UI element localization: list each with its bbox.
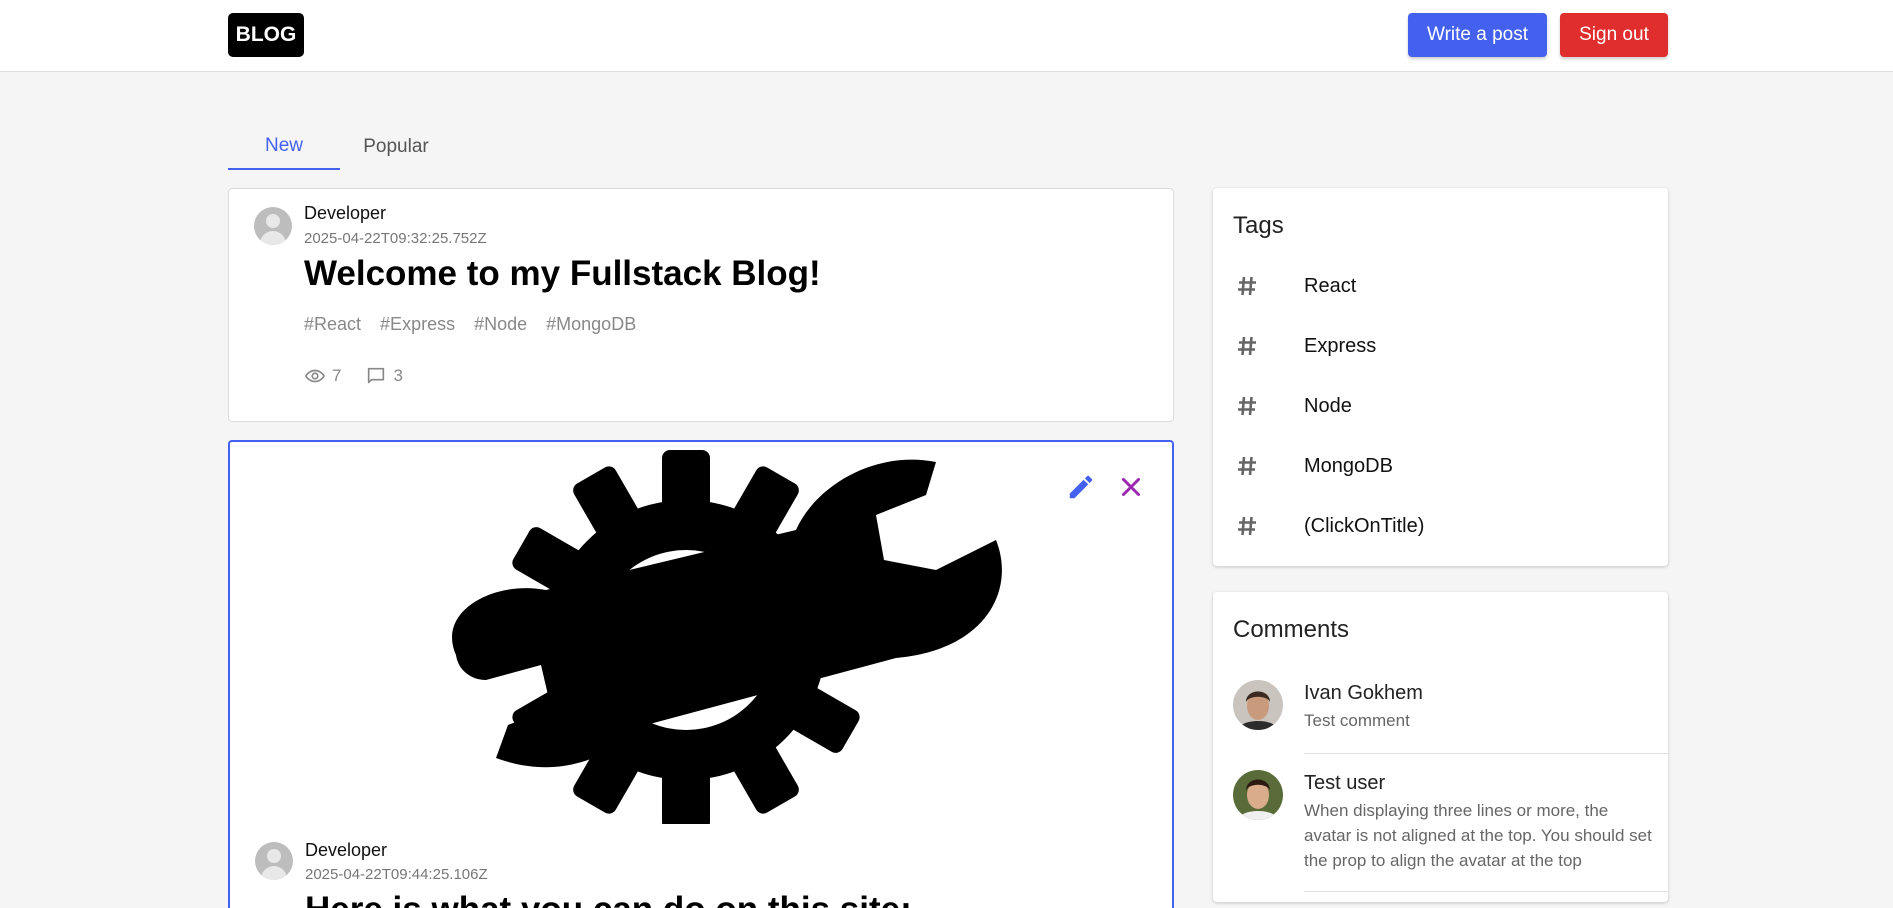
author-avatar (255, 842, 293, 880)
post-author: Developer (304, 203, 387, 223)
tag-label: React (1304, 274, 1357, 297)
tag-label: Node (1304, 394, 1352, 417)
avatar (1233, 680, 1283, 730)
post-title[interactable]: Here is what you can do on this site: (305, 890, 912, 908)
post-date: 2025-04-22T09:44:25.106Z (305, 866, 488, 883)
post-title[interactable]: Welcome to my Fullstack Blog! (304, 254, 821, 294)
tag-item[interactable]: MongoDB (1213, 436, 1668, 496)
tags-title: Tags (1233, 212, 1284, 239)
divider (1304, 753, 1668, 754)
hash-icon (1235, 514, 1259, 543)
post-tag[interactable]: #React (304, 314, 361, 335)
hash-icon (1235, 334, 1259, 363)
post-card: Developer 2025-04-22T09:32:25.752Z Welco… (228, 188, 1174, 422)
close-icon[interactable] (1116, 472, 1146, 507)
post-tag[interactable]: #MongoDB (546, 314, 636, 335)
post-author: Developer (305, 840, 388, 860)
comment-text: Test comment (1304, 711, 1410, 730)
post-card: Developer 2025-04-22T09:44:25.106Z Here … (228, 440, 1174, 908)
post-tag[interactable]: #Express (380, 314, 455, 335)
tag-label: (ClickOnTitle) (1304, 514, 1425, 537)
post-tags: #React #Express #Node #MongoDB (304, 314, 636, 335)
comment-item: Ivan Gokhem Test comment (1213, 680, 1668, 770)
tab-new[interactable]: New (228, 124, 340, 170)
comment-author: Test user (1304, 772, 1386, 794)
post-date: 2025-04-22T09:32:25.752Z (304, 230, 487, 247)
views-count: 7 (332, 366, 342, 385)
tag-item[interactable]: Node (1213, 376, 1668, 436)
tag-item[interactable]: (ClickOnTitle) (1213, 496, 1668, 556)
comments-panel: Comments Ivan Gokhem Test comment Test u… (1213, 592, 1668, 902)
sign-out-button[interactable]: Sign out (1560, 13, 1668, 57)
author-avatar (254, 207, 292, 245)
comment-author: Ivan Gokhem (1304, 682, 1423, 704)
tab-popular[interactable]: Popular (340, 124, 452, 170)
blog-logo[interactable]: BLOG (228, 13, 304, 57)
comment-text: When displaying three lines or more, the… (1304, 801, 1652, 870)
tag-item[interactable]: React (1213, 256, 1668, 316)
comment-icon (365, 365, 387, 387)
comments-count: 3 (393, 366, 403, 385)
tags-panel: Tags React Express Node MongoDB (ClickOn… (1213, 188, 1668, 566)
post-tag[interactable]: #Node (474, 314, 527, 335)
avatar (1233, 770, 1283, 820)
hash-icon (1235, 394, 1259, 423)
gear-wrench-image (376, 442, 1056, 830)
tag-item[interactable]: Express (1213, 316, 1668, 376)
comments-title: Comments (1233, 616, 1350, 643)
post-stats: 7 3 (304, 365, 403, 387)
hash-icon (1235, 454, 1259, 483)
pencil-icon[interactable] (1066, 472, 1096, 507)
hash-icon (1235, 274, 1259, 303)
write-post-button[interactable]: Write a post (1408, 13, 1547, 57)
app-header: BLOG Write a post Sign out (0, 0, 1893, 72)
comment-item: Test user When displaying three lines or… (1213, 770, 1668, 902)
tag-label: MongoDB (1304, 454, 1393, 477)
tag-label: Express (1304, 334, 1377, 357)
eye-icon (304, 365, 326, 387)
divider (1304, 891, 1668, 892)
